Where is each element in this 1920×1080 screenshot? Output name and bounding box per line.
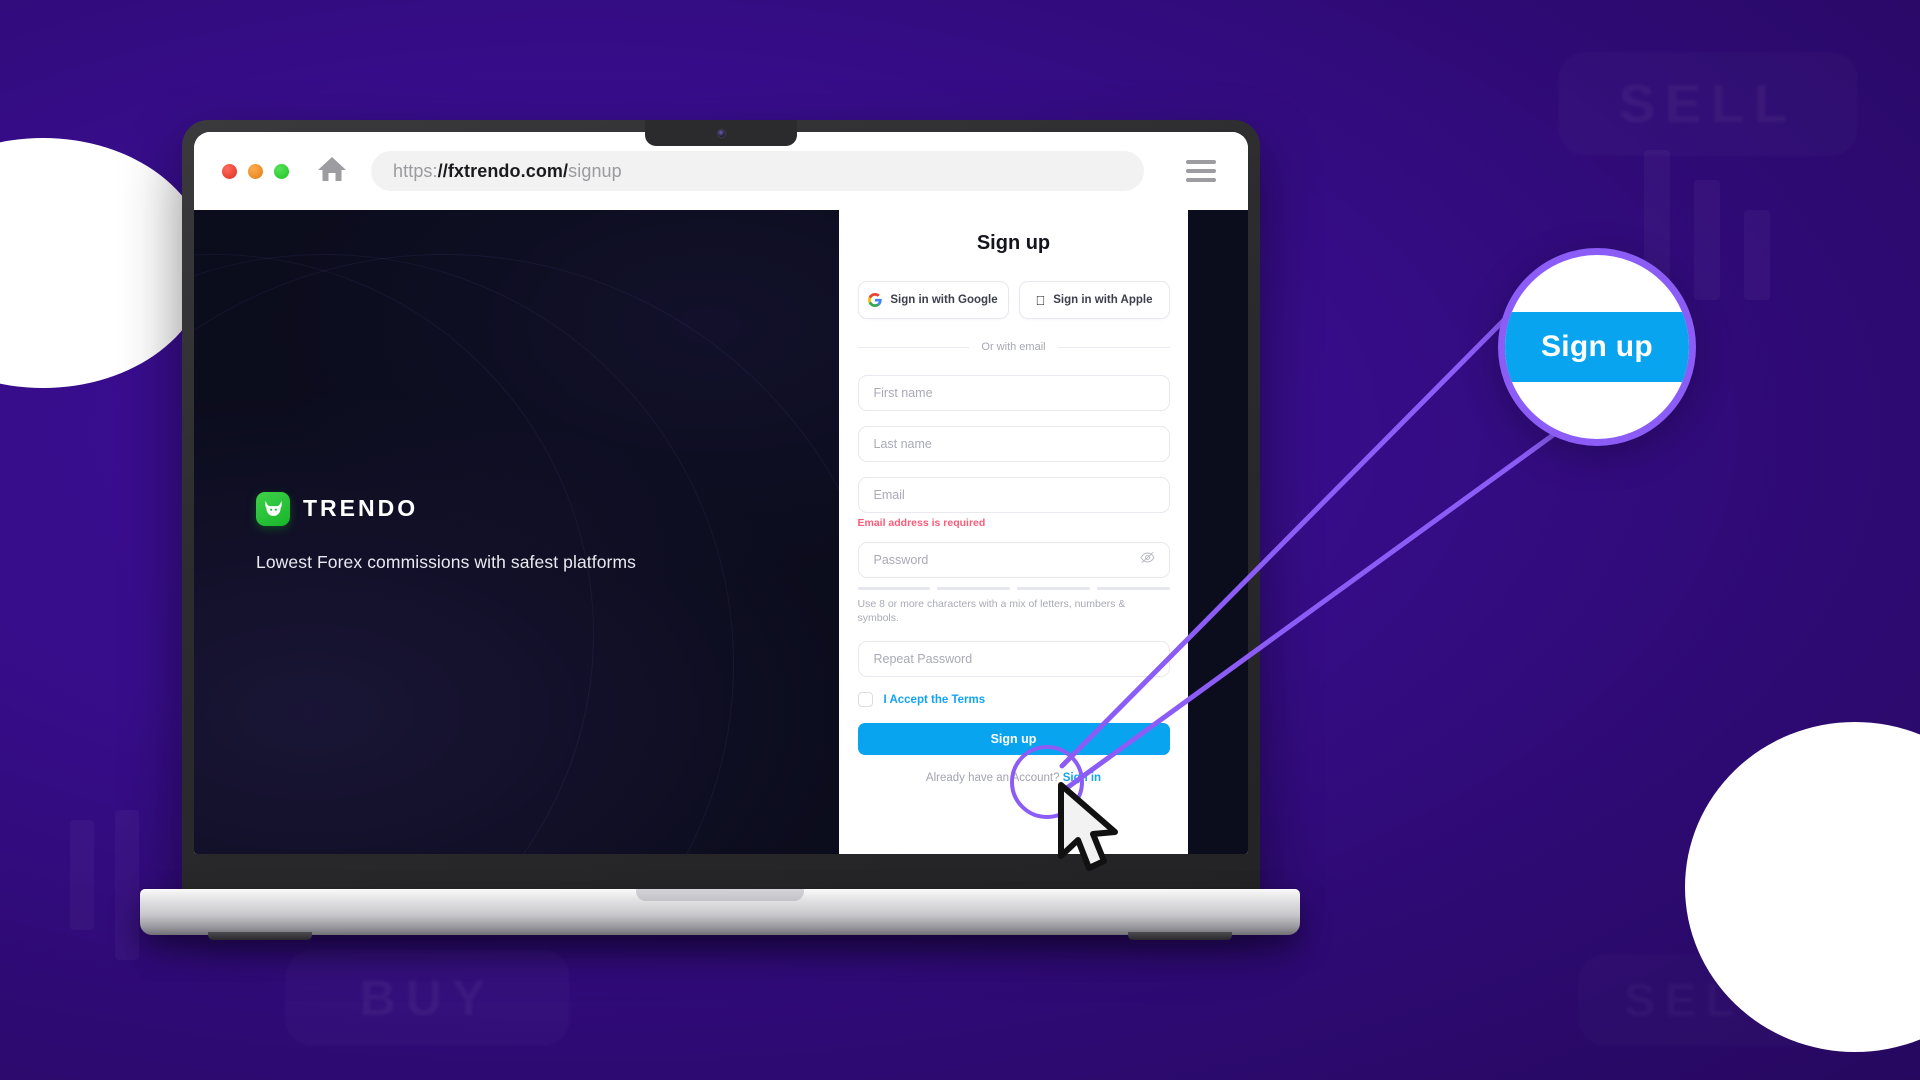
- hamburger-bar: [1186, 169, 1216, 173]
- minimize-window-button[interactable]: [248, 163, 263, 179]
- divider-label: Or with email: [981, 341, 1046, 353]
- repeat-password-input[interactable]: Repeat Password: [857, 641, 1170, 678]
- background-watermark-buy: BUY: [285, 950, 570, 1046]
- password-placeholder: Password: [873, 553, 929, 567]
- laptop-screen: https://fxtrendo.com/signup TRENDO Lowes…: [194, 132, 1248, 854]
- or-divider: Or with email: [857, 341, 1170, 353]
- hamburger-bar: [1186, 160, 1216, 164]
- decorative-candle: [1694, 180, 1720, 300]
- close-window-button[interactable]: [222, 163, 237, 179]
- background-watermark-sell: SELL: [1558, 52, 1858, 156]
- url-address-bar[interactable]: https://fxtrendo.com/signup: [371, 151, 1144, 191]
- eye-off-icon[interactable]: [1139, 551, 1155, 569]
- repeat-password-placeholder: Repeat Password: [873, 652, 973, 667]
- last-name-placeholder: Last name: [873, 437, 932, 451]
- apple-signin-button[interactable]:  Sign in with Apple: [1018, 281, 1170, 319]
- divider-rule-left: [857, 346, 970, 348]
- url-path: signup: [568, 160, 622, 181]
- email-input[interactable]: Email: [857, 477, 1170, 513]
- password-input[interactable]: Password: [857, 542, 1170, 578]
- signup-submit-button[interactable]: Sign up: [857, 723, 1170, 756]
- google-g-icon: [868, 293, 883, 307]
- laptop-base-notch: [636, 889, 804, 901]
- first-name-input[interactable]: First name: [857, 375, 1170, 411]
- social-login-row: Sign in with Google  Sign in with Apple: [857, 281, 1170, 319]
- decorative-candle: [70, 820, 94, 930]
- url-domain: //fxtrendo.com/: [437, 160, 569, 181]
- strength-segment: [1096, 587, 1170, 590]
- accept-terms-label[interactable]: I Accept the Terms: [884, 694, 986, 706]
- first-name-placeholder: First name: [873, 386, 933, 400]
- google-signin-label: Sign in with Google: [890, 294, 998, 306]
- email-error-message: Email address is required: [857, 517, 986, 529]
- signin-link[interactable]: Sign in: [1063, 772, 1101, 784]
- strength-segment: [937, 587, 1010, 590]
- strength-segment: [1017, 587, 1090, 590]
- decorative-candle: [115, 810, 139, 960]
- hamburger-menu-icon[interactable]: [1182, 156, 1220, 186]
- terms-row: I Accept the Terms: [857, 692, 1170, 708]
- url-scheme: https:: [393, 160, 438, 181]
- page-title: Sign up: [976, 232, 1051, 254]
- divider-rule-right: [1057, 346, 1170, 348]
- signup-form-panel: Sign up Sign in with Google Sign in with…: [839, 210, 1188, 854]
- signup-form: Sign up Sign in with Google Sign in with…: [857, 232, 1170, 784]
- apple-logo-icon: : [1036, 294, 1046, 307]
- page-background: SELL BUY SELL: [0, 0, 1920, 1080]
- laptop-foot-right: [1128, 932, 1232, 940]
- laptop-base: [140, 889, 1300, 940]
- signin-prompt-row: Already have an Account? Sign in: [858, 772, 1170, 784]
- password-hint: Use 8 or more characters with a mix of l…: [857, 598, 1126, 624]
- webcam-icon: [717, 129, 725, 137]
- google-signin-button[interactable]: Sign in with Google: [857, 281, 1009, 319]
- magnified-signup-button: Sign up: [1505, 312, 1689, 382]
- laptop-notch: [645, 120, 797, 146]
- email-placeholder: Email: [873, 488, 905, 502]
- promo-panel-right-strip: [1188, 210, 1248, 854]
- maximize-window-button[interactable]: [274, 163, 289, 179]
- laptop-lid: https://fxtrendo.com/signup TRENDO Lowes…: [182, 120, 1260, 910]
- window-traffic-lights: [222, 163, 289, 179]
- strength-segment: [857, 587, 931, 590]
- last-name-input[interactable]: Last name: [857, 426, 1170, 462]
- decorative-candle: [1644, 150, 1670, 320]
- url-text: https://fxtrendo.com/signup: [393, 161, 622, 182]
- laptop-mockup: https://fxtrendo.com/signup TRENDO Lowes…: [140, 120, 1300, 940]
- signin-prompt-text: Already have an Account?: [925, 772, 1060, 785]
- password-strength-meter: [857, 587, 1170, 590]
- laptop-foot-left: [208, 932, 312, 940]
- decorative-candle: [1744, 210, 1770, 300]
- signup-page: TRENDO Lowest Forex commissions with saf…: [194, 210, 1248, 854]
- hamburger-bar: [1186, 178, 1216, 182]
- home-icon[interactable]: [317, 155, 347, 188]
- accept-terms-checkbox[interactable]: [857, 692, 873, 708]
- magnified-signup-label: Sign up: [1540, 330, 1654, 363]
- promo-panel: TRENDO Lowest Forex commissions with saf…: [194, 210, 839, 854]
- apple-signin-label: Sign in with Apple: [1048, 294, 1152, 306]
